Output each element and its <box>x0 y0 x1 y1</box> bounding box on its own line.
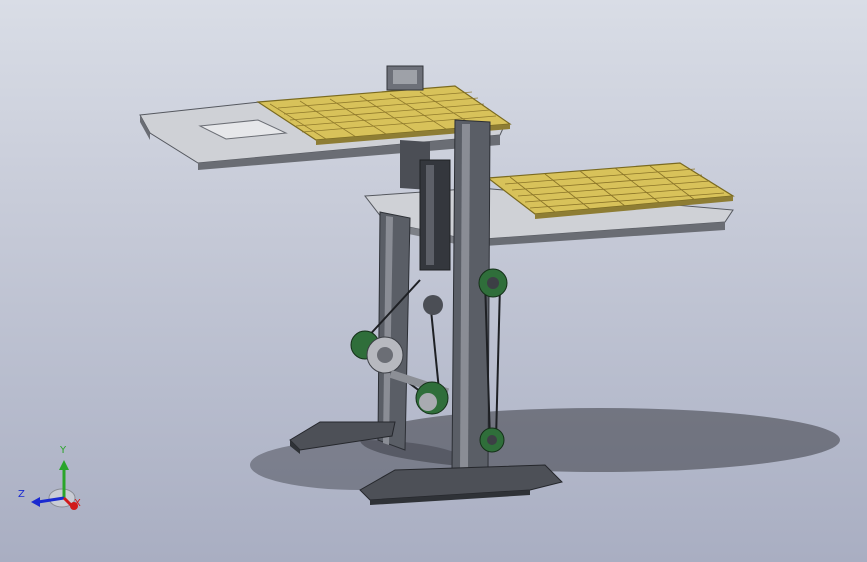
y-axis-label: Y <box>60 445 67 456</box>
3d-viewport[interactable]: Y Z X <box>0 0 867 562</box>
cad-model[interactable] <box>0 0 867 562</box>
x-axis-label: X <box>74 498 81 509</box>
axis-triad <box>31 460 78 510</box>
z-axis-label: Z <box>18 489 25 500</box>
